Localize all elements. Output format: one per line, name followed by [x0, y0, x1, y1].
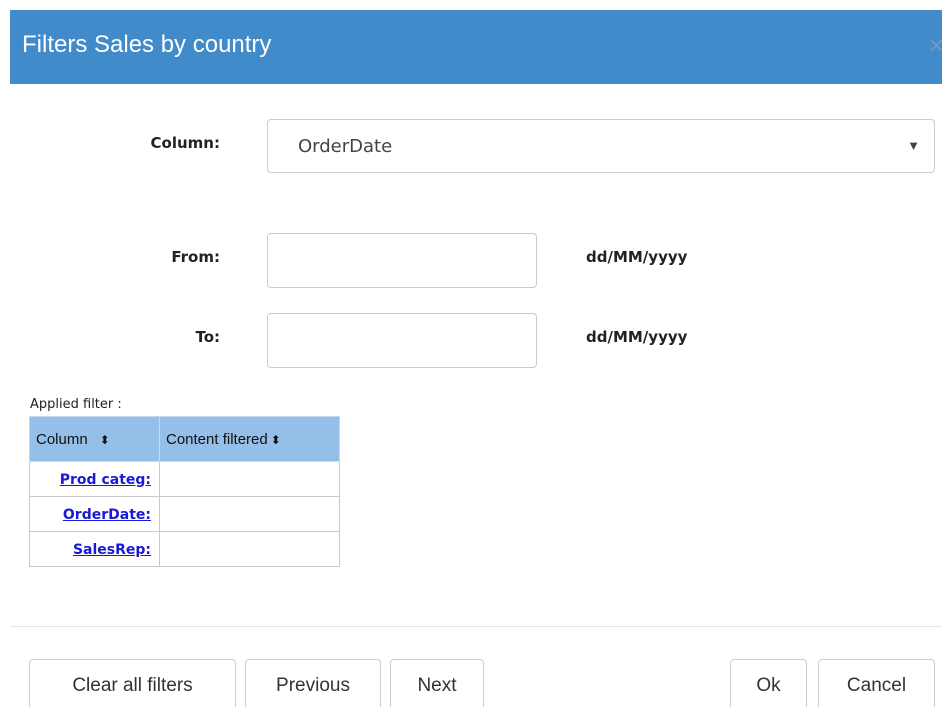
- sort-icon: ⬍: [270, 432, 281, 447]
- from-date-format: dd/MM/yyyy: [586, 248, 688, 266]
- clear-all-filters-button[interactable]: Clear all filters: [29, 659, 236, 707]
- column-select-value: OrderDate: [298, 136, 393, 157]
- sort-icon: ⬍: [99, 432, 110, 447]
- from-date-input[interactable]: [267, 233, 537, 288]
- filter-dialog: Filters Sales by country × Column: Order…: [0, 0, 942, 707]
- to-date-input[interactable]: [267, 313, 537, 368]
- filter-link-prod-categ[interactable]: Prod categ:: [60, 472, 151, 488]
- applied-filter-table: Column ⬍ Content filtered ⬍ Prod categ: Or…: [29, 416, 340, 567]
- table-row: Prod categ:: [29, 461, 340, 497]
- filter-link-salesrep[interactable]: SalesRep:: [73, 542, 151, 558]
- applied-filter-caption: Applied filter :: [30, 397, 122, 412]
- ok-button[interactable]: Ok: [730, 659, 807, 707]
- content-filtered-header[interactable]: Content filtered ⬍: [159, 416, 340, 462]
- previous-button[interactable]: Previous: [245, 659, 381, 707]
- column-select[interactable]: OrderDate ▼: [267, 119, 935, 173]
- close-icon[interactable]: ×: [929, 29, 942, 61]
- next-button[interactable]: Next: [390, 659, 484, 707]
- chevron-down-icon: ▼: [907, 138, 920, 153]
- column-label: Column:: [150, 134, 220, 152]
- filter-content: [159, 531, 340, 567]
- table-row: OrderDate:: [29, 496, 340, 532]
- column-header[interactable]: Column ⬍: [29, 416, 160, 462]
- filter-content: [159, 461, 340, 497]
- dialog-title: Filters Sales by country: [22, 31, 272, 58]
- filter-content: [159, 496, 340, 532]
- table-row: SalesRep:: [29, 531, 340, 567]
- dialog-titlebar: Filters Sales by country ×: [10, 10, 942, 84]
- filter-link-orderdate[interactable]: OrderDate:: [63, 507, 151, 523]
- column-header-label: Column: [36, 430, 88, 448]
- cancel-button[interactable]: Cancel: [818, 659, 935, 707]
- footer-divider: [10, 626, 942, 627]
- to-label: To:: [195, 328, 220, 346]
- from-label: From:: [171, 248, 220, 266]
- to-date-format: dd/MM/yyyy: [586, 328, 688, 346]
- content-filtered-header-label: Content filtered: [166, 430, 268, 448]
